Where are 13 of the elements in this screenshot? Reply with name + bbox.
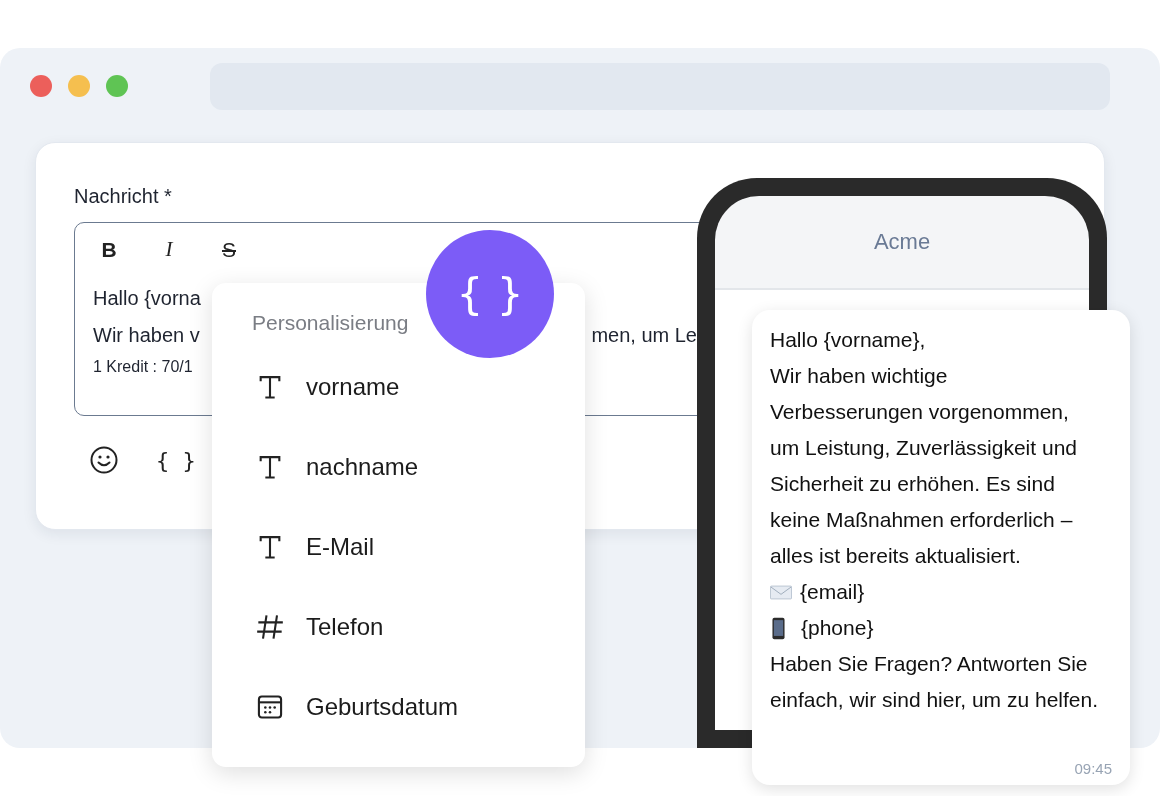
- message-text: {phone}: [801, 615, 874, 641]
- editor-text: men, um Le: [591, 324, 697, 347]
- menu-heading: Personalisierung: [252, 311, 410, 335]
- message-text: {email}: [800, 579, 865, 605]
- editor-text: Hallo {vorna: [93, 287, 201, 310]
- editor-text: Wir haben v: [93, 324, 200, 347]
- credit-counter: 1 Kredit : 70/1: [93, 358, 193, 376]
- message-time: 09:45: [1074, 760, 1112, 777]
- message-text: Wir haben wichtige Verbesserungen vorgenommen, um Leistung, Zuverlässigkeit und Sicherheit zu erhöhen. Es sind keine Maßnahmen erforderlich – alles ist bereits aktualisiert.: [770, 363, 1078, 569]
- message-text: Hallo {vorname},: [770, 327, 927, 353]
- field-label: Nachricht *: [74, 185, 173, 208]
- message-text: Haben Sie Fragen? Antworten Sie einfach, wir sind hier, um zu helfen.: [770, 651, 1099, 713]
- sender-name: Acme: [873, 229, 931, 255]
